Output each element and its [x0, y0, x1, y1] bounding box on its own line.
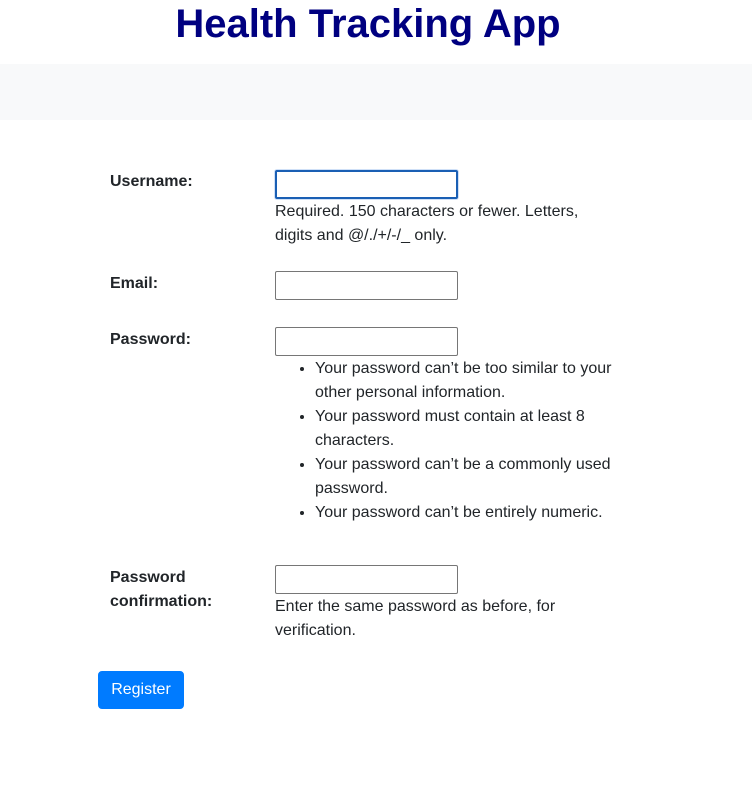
username-input[interactable] [275, 170, 458, 199]
email-input[interactable] [275, 271, 458, 300]
email-label: Email: [110, 275, 159, 292]
password-rule: Your password can’t be entirely numeric. [315, 501, 635, 525]
password-confirmation-help-text: Enter the same password as before, for v… [275, 598, 556, 639]
password-rule: Your password can’t be too similar to yo… [315, 357, 635, 405]
navbar [0, 64, 752, 120]
password-confirmation-input[interactable] [275, 565, 458, 594]
password-input[interactable] [275, 327, 458, 356]
password-rule: Your password can’t be a commonly used p… [315, 453, 635, 501]
register-button[interactable]: Register [98, 671, 184, 709]
password-rule: Your password must contain at least 8 ch… [315, 405, 635, 453]
password-confirmation-label: Password confirmation: [110, 569, 213, 610]
password-rules-list: Your password can’t be too similar to yo… [275, 357, 635, 525]
username-label: Username: [110, 173, 193, 190]
app-title: Health Tracking App [175, 2, 561, 46]
registration-form: Username: Required. 150 characters or fe… [0, 120, 752, 795]
username-help-text: Required. 150 characters or fewer. Lette… [275, 203, 579, 244]
password-label: Password: [110, 331, 191, 348]
